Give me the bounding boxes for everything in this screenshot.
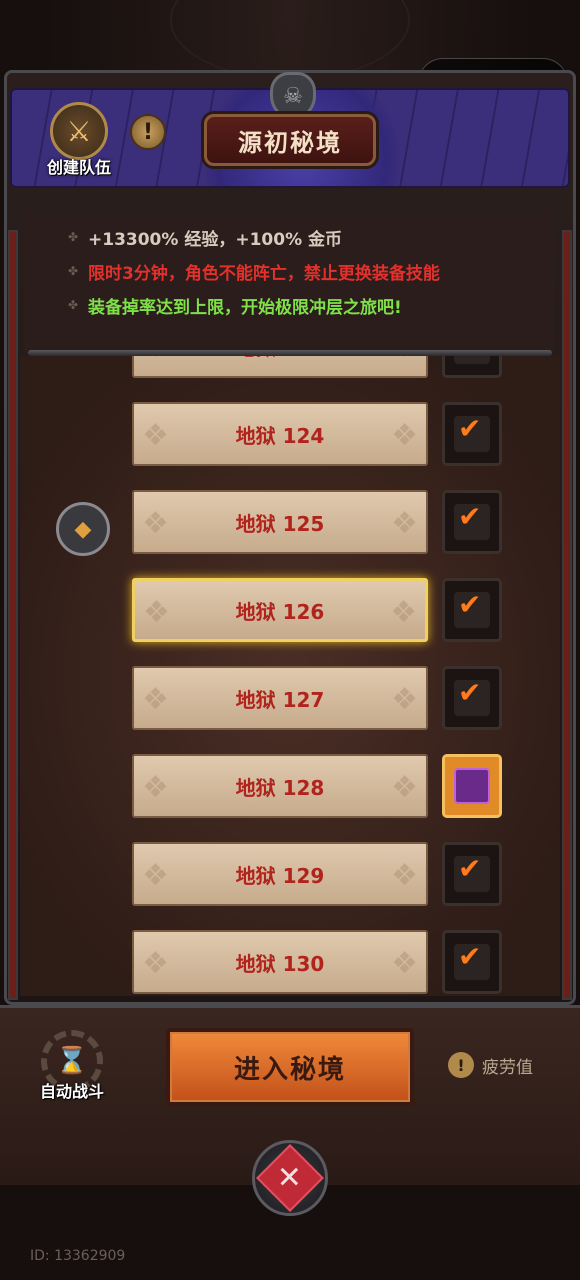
level-button[interactable]: 地狱 125 bbox=[132, 490, 428, 554]
checkmark-icon: ✔ bbox=[458, 500, 482, 533]
level-list[interactable]: 地狱 123✔地狱 124✔地狱 125✔地狱 126✔地狱 127✔地狱 12… bbox=[20, 356, 560, 996]
auto-battle-button[interactable]: ⌛ 自动战斗 bbox=[32, 1030, 112, 1102]
level-label: 地狱 128 bbox=[235, 775, 325, 800]
bonus-info-panel: +13300% 经验，+100% 金币 限时3分钟，角色不能阵亡，禁止更换装备技… bbox=[24, 212, 554, 354]
level-row[interactable]: 地狱 129 ✔ bbox=[20, 842, 560, 906]
level-button[interactable]: 地狱 127 bbox=[132, 666, 428, 730]
close-x-icon: ✕ bbox=[256, 1144, 324, 1212]
cleared-check-icon[interactable]: ✔ bbox=[442, 402, 502, 466]
level-label: 地狱 125 bbox=[235, 511, 325, 536]
level-row[interactable]: 地狱 130 ✔ bbox=[20, 930, 560, 994]
checkmark-icon: ✔ bbox=[458, 356, 481, 357]
level-row[interactable]: 地狱 128 bbox=[20, 754, 560, 818]
level-label: 地狱 123 bbox=[236, 356, 325, 361]
cleared-check-icon[interactable]: ✔ bbox=[442, 666, 502, 730]
cleared-check-icon[interactable]: ✔ bbox=[442, 356, 502, 378]
level-row[interactable]: 地狱 127 ✔ bbox=[20, 666, 560, 730]
checkmark-icon: ✔ bbox=[458, 588, 482, 621]
level-button[interactable]: 地狱 123 bbox=[132, 356, 428, 378]
checkmark-icon: ✔ bbox=[458, 940, 482, 973]
reward-chest-icon[interactable] bbox=[442, 754, 502, 818]
info-alert-icon[interactable]: ! bbox=[130, 114, 166, 150]
info-line-rewards: +13300% 经验，+100% 金币 bbox=[24, 220, 554, 254]
chest-box: ✔ bbox=[454, 588, 490, 628]
level-label: 地狱 126 bbox=[235, 599, 325, 624]
level-row[interactable]: 地狱 124 ✔ bbox=[20, 402, 560, 466]
chest-box: ✔ bbox=[454, 940, 490, 980]
info-line-drop-rate: 装备掉率达到上限，开始极限冲层之旅吧! bbox=[24, 288, 554, 322]
level-label: 地狱 130 bbox=[235, 951, 325, 976]
create-team-button[interactable]: ⚔ 创建队伍 bbox=[36, 102, 122, 178]
create-team-label: 创建队伍 bbox=[46, 158, 111, 177]
team-icon: ⚔ bbox=[50, 102, 108, 160]
level-row[interactable]: 地狱 126 ✔ bbox=[20, 578, 560, 642]
user-id: ID: 13362909 bbox=[30, 1248, 126, 1264]
panel-divider bbox=[28, 350, 552, 356]
info-line-rules: 限时3分钟，角色不能阵亡，禁止更换装备技能 bbox=[24, 254, 554, 288]
checkmark-icon: ✔ bbox=[458, 412, 482, 445]
checkmark-icon: ✔ bbox=[458, 676, 482, 709]
chest-box: ✔ bbox=[454, 412, 490, 452]
chest-box bbox=[454, 768, 490, 804]
enter-dungeon-button[interactable]: 进入秘境 bbox=[166, 1028, 414, 1106]
alert-icon: ! bbox=[448, 1052, 474, 1078]
fatigue-indicator[interactable]: ! 疲劳值 bbox=[448, 1052, 533, 1078]
chest-box: ✔ bbox=[454, 500, 490, 540]
level-button[interactable]: 地狱 126 bbox=[132, 578, 428, 642]
current-position-marker-icon: ◆ bbox=[56, 502, 110, 556]
fatigue-label: 疲劳值 bbox=[482, 1057, 533, 1078]
checkmark-icon: ✔ bbox=[458, 852, 482, 885]
chest-box: ✔ bbox=[454, 356, 490, 364]
level-label: 地狱 127 bbox=[235, 687, 325, 712]
cleared-check-icon[interactable]: ✔ bbox=[442, 930, 502, 994]
cleared-check-icon[interactable]: ✔ bbox=[442, 490, 502, 554]
chest-box: ✔ bbox=[454, 676, 490, 716]
chest-box: ✔ bbox=[454, 852, 490, 892]
level-row[interactable]: 地狱 123 ✔ bbox=[20, 356, 560, 378]
cleared-check-icon[interactable]: ✔ bbox=[442, 842, 502, 906]
level-button[interactable]: 地狱 128 bbox=[132, 754, 428, 818]
level-button[interactable]: 地狱 124 bbox=[132, 402, 428, 466]
close-button[interactable]: ✕ bbox=[252, 1140, 328, 1216]
page-title: 源初秘境 bbox=[204, 114, 376, 166]
auto-battle-label: 自动战斗 bbox=[39, 1082, 104, 1101]
level-label: 地狱 124 bbox=[235, 423, 325, 448]
cleared-check-icon[interactable]: ✔ bbox=[442, 578, 502, 642]
right-rail bbox=[562, 230, 572, 1000]
level-label: 地狱 129 bbox=[235, 863, 325, 888]
skull-emblem-icon: ☠ bbox=[270, 72, 316, 120]
level-button[interactable]: 地狱 130 bbox=[132, 930, 428, 994]
left-rail bbox=[8, 230, 18, 1000]
level-button[interactable]: 地狱 129 bbox=[132, 842, 428, 906]
